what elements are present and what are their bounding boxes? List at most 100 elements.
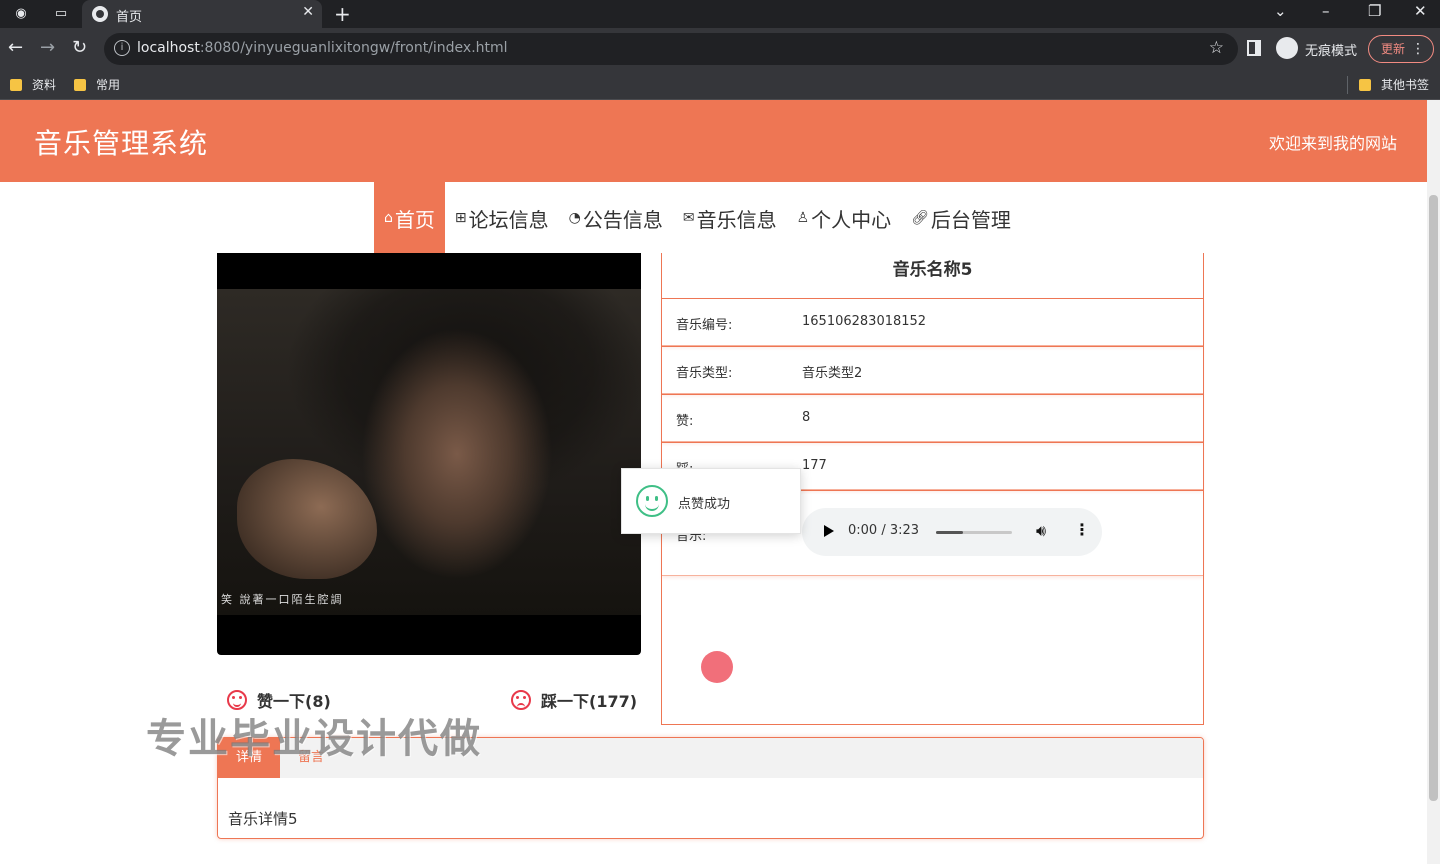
info-label: 音乐编号:: [676, 318, 733, 333]
video-subtitle: 笑 說著一口陌生腔調: [221, 593, 344, 606]
incognito-icon[interactable]: [1276, 37, 1298, 59]
nav-label: 个人中心: [811, 207, 892, 232]
browser-toolbar: ← → ↻ i localhost:8080/yinyueguanlixiton…: [0, 28, 1440, 70]
url-path: :8080/yinyueguanlixitongw/front/index.ht…: [199, 40, 508, 56]
bookmark-folder-1[interactable]: 资料: [10, 76, 56, 94]
nav-item-music[interactable]: ✉ 音乐信息: [673, 182, 787, 254]
link-icon: 🔗︎: [911, 210, 929, 226]
more-options-icon[interactable]: ⋮: [1074, 520, 1090, 539]
tab-title: 首页: [116, 10, 143, 25]
chevron-down-icon[interactable]: ⌄: [1274, 2, 1287, 20]
click-indicator: [701, 651, 733, 683]
gift-icon: ⊞: [454, 210, 467, 226]
like-button[interactable]: 赞一下(8): [227, 688, 331, 712]
detail-tab-bar: 详情 留言: [218, 738, 1203, 778]
bookmark-label: 资料: [32, 78, 57, 92]
smile-success-icon: [636, 485, 668, 517]
bookmark-star-icon[interactable]: ☆: [1209, 38, 1224, 58]
nav-label: 后台管理: [930, 207, 1011, 232]
tab-favicon-icon: [92, 6, 108, 22]
url-text[interactable]: localhost:8080/yinyueguanlixitongw/front…: [137, 40, 508, 56]
gauge-icon: ◔: [568, 210, 581, 226]
user-icon: ♙: [796, 210, 810, 226]
info-value: 177: [802, 458, 827, 473]
tab-detail[interactable]: 详情: [218, 738, 281, 778]
folder-icon: [1359, 79, 1371, 91]
success-toast: 点赞成功: [621, 468, 801, 534]
music-name: 音乐名称5: [892, 260, 973, 280]
new-tab-icon[interactable]: +: [334, 2, 351, 26]
smile-icon: [227, 690, 247, 710]
dislike-label: 踩一下(177): [541, 692, 638, 711]
dislike-button[interactable]: 踩一下(177): [511, 688, 637, 712]
site-title: 音乐管理系统: [34, 127, 209, 160]
nav-label: 音乐信息: [696, 207, 777, 232]
nav-item-forum[interactable]: ⊞ 论坛信息: [445, 182, 559, 254]
info-value: 音乐类型2: [802, 366, 863, 381]
nav-label: 论坛信息: [468, 207, 549, 232]
home-icon: ⌂: [384, 210, 393, 226]
bookmark-label: 常用: [96, 78, 121, 92]
reload-icon[interactable]: ↻: [72, 38, 87, 58]
other-bookmarks[interactable]: 其他书签: [1359, 76, 1429, 94]
volume-fill: [936, 531, 963, 534]
info-value: 8: [802, 410, 811, 425]
mail-icon: ✉: [682, 210, 695, 226]
detail-content: 音乐详情5: [228, 810, 298, 828]
info-label: 音乐类型:: [676, 366, 733, 381]
address-bar[interactable]: i localhost:8080/yinyueguanlixitongw/fro…: [104, 33, 1238, 65]
restore-icon[interactable]: ❐: [1368, 2, 1381, 20]
audio-time: 0:00 / 3:23: [848, 523, 920, 538]
info-label: 赞:: [676, 414, 694, 429]
update-label: 更新: [1381, 42, 1406, 56]
globe-icon[interactable]: ◉: [12, 5, 30, 23]
browser-tab-bar: ◉ ▭ 首页 ✕ + ⌄ – ❐ ✕: [0, 0, 1440, 28]
page-scrollbar[interactable]: [1427, 100, 1440, 864]
video-figure: [237, 459, 377, 579]
folder-icon: [74, 79, 86, 91]
info-row-type: 音乐类型: 音乐类型2: [662, 346, 1203, 394]
tab-search-icon[interactable]: ▭: [52, 5, 70, 23]
welcome-text: 欢迎来到我的网站: [1268, 134, 1397, 153]
audio-player[interactable]: 0:00 / 3:23 🔊︎ ⋮: [802, 508, 1102, 556]
menu-dots-icon[interactable]: ⋮: [1411, 36, 1425, 62]
info-value: 165106283018152: [802, 314, 927, 329]
nav-item-home[interactable]: ⌂ 首页: [374, 182, 445, 254]
window-close-icon[interactable]: ✕: [1414, 2, 1427, 20]
info-row-likes: 赞: 8: [662, 394, 1203, 442]
frown-icon: [511, 690, 531, 710]
browser-tab[interactable]: 首页 ✕: [82, 0, 322, 28]
minimize-icon[interactable]: –: [1322, 2, 1330, 20]
nav-item-admin[interactable]: 🔗︎ 后台管理: [901, 182, 1021, 254]
bookmark-label: 其他书签: [1381, 78, 1430, 92]
nav-item-notice[interactable]: ◔ 公告信息: [559, 182, 673, 254]
video-frame: 笑 說著一口陌生腔調: [217, 289, 641, 615]
scrollbar-thumb[interactable]: [1429, 195, 1438, 801]
folder-icon: [10, 79, 22, 91]
info-row-id: 音乐编号: 165106283018152: [662, 298, 1203, 346]
page-viewport: 音乐管理系统 欢迎来到我的网站 ⌂ 首页 ⊞ 论坛信息 ◔ 公告信息 ✉ 音乐信息 ♙ 个…: [0, 100, 1440, 864]
like-label: 赞一下(8): [257, 692, 331, 711]
site-info-icon[interactable]: i: [114, 40, 130, 56]
volume-icon[interactable]: 🔊︎: [1036, 521, 1046, 541]
side-panel-icon[interactable]: [1247, 40, 1261, 56]
toast-message: 点赞成功: [678, 497, 731, 512]
nav-item-profile[interactable]: ♙ 个人中心: [787, 182, 902, 254]
music-cover-video[interactable]: 笑 說著一口陌生腔調: [217, 253, 641, 655]
volume-slider[interactable]: [936, 531, 1012, 534]
bookmarks-bar: 资料 常用 其他书签: [0, 70, 1440, 100]
incognito-label[interactable]: 无痕模式: [1305, 40, 1357, 59]
main-nav: ⌂ 首页 ⊞ 论坛信息 ◔ 公告信息 ✉ 音乐信息 ♙ 个人中心 🔗︎ 后台管理: [374, 182, 1021, 254]
tab-close-icon[interactable]: ✕: [302, 4, 314, 20]
bookmarks-divider: [1347, 76, 1348, 94]
play-icon[interactable]: [824, 525, 834, 537]
bookmark-folder-2[interactable]: 常用: [74, 76, 120, 94]
back-icon[interactable]: ←: [8, 38, 23, 58]
site-header: 音乐管理系统 欢迎来到我的网站: [0, 100, 1427, 182]
tab-comments[interactable]: 留言: [280, 738, 342, 778]
nav-label: 公告信息: [582, 207, 663, 232]
forward-icon[interactable]: →: [40, 38, 55, 58]
url-host: localhost: [137, 40, 200, 56]
nav-label: 首页: [394, 207, 435, 232]
update-button[interactable]: 更新 ⋮: [1368, 35, 1434, 63]
